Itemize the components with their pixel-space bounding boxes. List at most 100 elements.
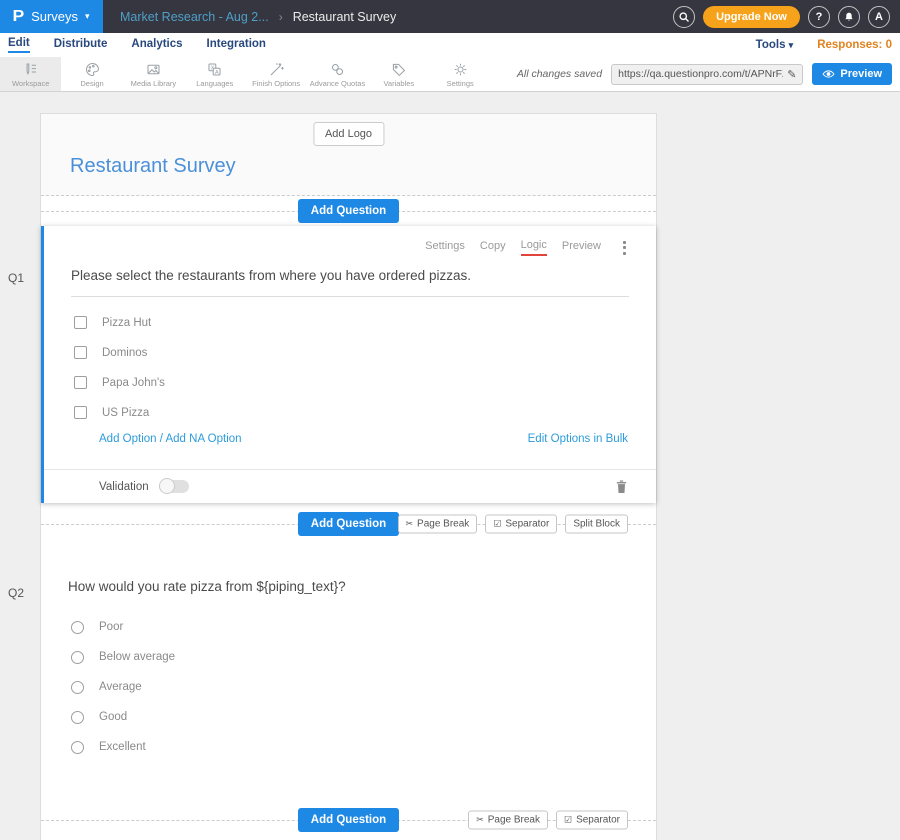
toolbar-label: Finish Options: [252, 79, 300, 88]
toolbar-label: Media Library: [131, 79, 176, 88]
toolbar-languages[interactable]: XA Languages: [184, 57, 245, 91]
toolbar-label: Languages: [196, 79, 233, 88]
answer-options-q2: Poor Below average Average Good Excellen…: [71, 612, 626, 762]
surveys-menu-label: Surveys: [31, 9, 78, 24]
question-text-q2[interactable]: How would you rate pizza from ${piping_t…: [68, 579, 346, 594]
insert-strip-2: Add Question ✂ Page Break ☑ Separator Sp…: [41, 503, 656, 545]
option-row: Good: [71, 702, 626, 732]
page-break-button[interactable]: ✂ Page Break: [398, 515, 478, 534]
image-icon: [145, 61, 162, 78]
option-label[interactable]: Good: [99, 711, 127, 723]
option-label[interactable]: Below average: [99, 651, 175, 663]
upgrade-now-button[interactable]: Upgrade Now: [703, 6, 800, 28]
question-settings-link[interactable]: Settings: [425, 240, 465, 255]
toolbar-media-library[interactable]: Media Library: [123, 57, 184, 91]
preview-button[interactable]: Preview: [812, 63, 892, 85]
delete-question-icon[interactable]: [615, 479, 628, 494]
checkbox[interactable]: [74, 376, 87, 389]
separator-label: Separator: [576, 815, 620, 826]
preview-label: Preview: [840, 68, 882, 80]
translate-icon: XA: [206, 61, 223, 78]
top-navbar: P Surveys ▾ Market Research - Aug 2... ›…: [0, 0, 900, 33]
checkbox[interactable]: [74, 346, 87, 359]
separator-button[interactable]: ☑ Separator: [485, 515, 557, 534]
add-option-link[interactable]: Add Option / Add NA Option: [99, 433, 242, 445]
tab-edit[interactable]: Edit: [8, 37, 30, 53]
add-question-button[interactable]: Add Question: [298, 512, 399, 536]
search-button[interactable]: [673, 6, 695, 28]
share-url-field[interactable]: ✎: [611, 64, 803, 85]
page-break-button[interactable]: ✂ Page Break: [468, 811, 548, 830]
question-preview-link[interactable]: Preview: [562, 240, 601, 255]
question-text-q1[interactable]: Please select the restaurants from where…: [71, 268, 629, 297]
add-logo-button[interactable]: Add Logo: [313, 122, 384, 146]
toolbar-settings[interactable]: Settings: [430, 57, 491, 91]
toolbar-workspace[interactable]: Workspace: [0, 57, 61, 91]
question-card-q1[interactable]: Settings Copy Logic Preview Please selec…: [41, 226, 656, 504]
palette-icon: [84, 61, 101, 78]
chain-links-icon: [329, 61, 346, 78]
responses-count[interactable]: Responses: 0: [817, 39, 892, 51]
breadcrumb-folder[interactable]: Market Research - Aug 2...: [120, 10, 269, 24]
question-number-q2: Q2: [8, 586, 24, 600]
toolbar-advance-quotas[interactable]: Advance Quotas: [307, 57, 368, 91]
radio-button[interactable]: [71, 681, 84, 694]
responses-label: Responses:: [817, 39, 882, 51]
tab-integration[interactable]: Integration: [207, 38, 266, 52]
edit-url-icon[interactable]: ✎: [787, 68, 796, 81]
surveys-menu[interactable]: P Surveys ▾: [0, 0, 103, 33]
option-row: Pizza Hut: [74, 308, 626, 338]
add-question-button[interactable]: Add Question: [298, 199, 399, 223]
radio-button[interactable]: [71, 651, 84, 664]
tools-menu[interactable]: Tools ▾: [756, 39, 794, 51]
toolbar-design[interactable]: Design: [61, 57, 122, 91]
toolbar-label: Design: [80, 79, 103, 88]
option-label[interactable]: Dominos: [102, 347, 147, 359]
breadcrumb: Market Research - Aug 2... › Restaurant …: [120, 10, 396, 24]
tab-distribute[interactable]: Distribute: [54, 38, 108, 52]
toolbar-finish-options[interactable]: Finish Options: [245, 57, 306, 91]
radio-button[interactable]: [71, 711, 84, 724]
radio-button[interactable]: [71, 741, 84, 754]
checkbox[interactable]: [74, 316, 87, 329]
toolbar-label: Workspace: [12, 79, 49, 88]
option-label[interactable]: Average: [99, 681, 142, 693]
question-logic-link[interactable]: Logic: [521, 239, 547, 256]
answer-options-q1: Pizza Hut Dominos Papa John's US Pizza: [74, 308, 626, 428]
validation-toggle[interactable]: [159, 480, 189, 493]
breadcrumb-current: Restaurant Survey: [293, 10, 397, 24]
question-number-q1: Q1: [8, 271, 24, 285]
checkbox[interactable]: [74, 406, 87, 419]
bell-icon: [843, 11, 855, 23]
option-label[interactable]: Pizza Hut: [102, 317, 151, 329]
eye-icon: [822, 69, 835, 79]
edit-options-bulk-link[interactable]: Edit Options in Bulk: [528, 433, 628, 445]
add-question-button[interactable]: Add Question: [298, 808, 399, 832]
chevron-down-icon: ▾: [85, 11, 90, 22]
survey-title[interactable]: Restaurant Survey: [70, 155, 236, 178]
question-card-q2[interactable]: How would you rate pizza from ${piping_t…: [41, 545, 656, 800]
separator-icon: ☑: [564, 815, 572, 826]
chevron-down-icon: ▾: [789, 40, 794, 50]
separator-button[interactable]: ☑ Separator: [556, 811, 628, 830]
avatar[interactable]: A: [868, 6, 890, 28]
editor-canvas: Q1 Q2 Add Logo Restaurant Survey Add Que…: [0, 92, 900, 840]
questionpro-logo-icon: P: [13, 8, 25, 26]
option-links: Add Option / Add NA Option Edit Options …: [99, 433, 628, 445]
page-break-label: Page Break: [488, 815, 540, 826]
toggle-knob: [159, 478, 175, 494]
radio-button[interactable]: [71, 621, 84, 634]
option-label[interactable]: Poor: [99, 621, 123, 633]
option-label[interactable]: Excellent: [99, 741, 146, 753]
share-url-input[interactable]: [618, 68, 783, 80]
help-button[interactable]: ?: [808, 6, 830, 28]
more-options-icon[interactable]: [621, 239, 628, 257]
split-block-button[interactable]: Split Block: [565, 515, 628, 534]
tab-analytics[interactable]: Analytics: [131, 38, 182, 52]
toolbar-variables[interactable]: Variables: [368, 57, 429, 91]
option-label[interactable]: Papa John's: [102, 377, 165, 389]
breadcrumb-separator-icon: ›: [279, 10, 283, 24]
question-copy-link[interactable]: Copy: [480, 240, 506, 255]
notifications-button[interactable]: [838, 6, 860, 28]
option-label[interactable]: US Pizza: [102, 407, 149, 419]
